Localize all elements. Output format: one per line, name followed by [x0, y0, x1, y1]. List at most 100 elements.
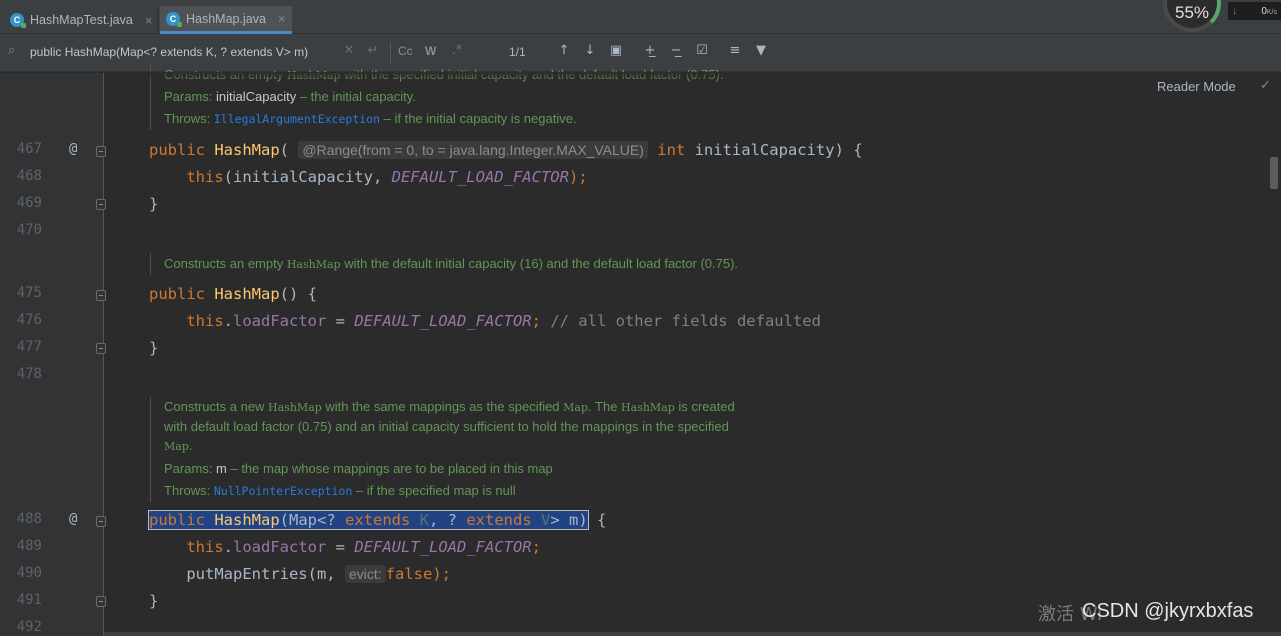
filter-options-icon[interactable]: ≡ [726, 42, 744, 60]
constant: DEFAULT_LOAD_FACTOR [391, 168, 569, 186]
constant: DEFAULT_LOAD_FACTOR [354, 312, 532, 330]
fold-icon[interactable] [96, 146, 106, 157]
comment: // all other fields defaulted [540, 312, 821, 330]
fold-icon[interactable] [96, 596, 106, 607]
code-line-490[interactable]: putMapEntries(m, evict: false); [149, 561, 451, 588]
type-parameter: K [419, 511, 430, 529]
next-occurrence-icon[interactable]: ↓ [581, 42, 599, 60]
method-name: HashMap [214, 141, 280, 159]
fold-icon[interactable] [96, 343, 106, 354]
code-line-476[interactable]: this.loadFactor = DEFAULT_LOAD_FACTOR; /… [149, 308, 821, 335]
doc-text: with the default initial capacity (16) a… [340, 256, 739, 271]
line-number: 476 [16, 312, 42, 328]
previous-occurrence-icon[interactable]: ↑ [555, 42, 573, 60]
keyword: public [149, 285, 205, 303]
code-line-469[interactable]: } [149, 191, 158, 218]
doc-text: – if the initial capacity is negative. [380, 111, 577, 126]
code-line-488[interactable]: public HashMap(Map<? extends K, ? extend… [148, 507, 607, 534]
code-line-467[interactable]: public HashMap( @Range(from = 0, to = ja… [149, 137, 863, 164]
doc-code: Map [563, 401, 589, 414]
code-text: ; [531, 312, 541, 330]
override-annotation-icon[interactable]: @ [69, 511, 77, 527]
line-number: 468 [16, 168, 42, 184]
line-number: 475 [16, 285, 42, 301]
keyword: false [385, 565, 433, 583]
code-text: { [587, 511, 607, 529]
search-icon[interactable]: ⌕ [8, 43, 15, 58]
keyword: this [186, 168, 224, 186]
doc-text: – the initial capacity. [296, 89, 416, 104]
regex-icon[interactable]: .* [448, 42, 466, 60]
line-number: 467 [16, 141, 42, 157]
javadoc-block: Constructs a new HashMap with the same m… [150, 397, 754, 502]
line-number: 490 [16, 565, 42, 581]
close-icon[interactable]: × [145, 13, 153, 28]
code-line-489[interactable]: this.loadFactor = DEFAULT_LOAD_FACTOR; [149, 534, 541, 561]
net-rate-unit: K/s [1266, 8, 1277, 16]
tab-hashmap[interactable]: C HashMap.java × [160, 6, 292, 34]
search-divider [390, 42, 391, 64]
code-line-491[interactable]: } [149, 588, 158, 615]
download-arrow-icon: ↓ [1232, 5, 1237, 17]
javadoc-block: Constructs an empty HashMap with the def… [150, 253, 738, 275]
horizontal-scrollbar[interactable] [104, 632, 1281, 636]
keyword: extends [345, 511, 411, 529]
code-text: . [223, 312, 233, 330]
close-icon[interactable]: × [278, 11, 286, 26]
new-line-icon[interactable]: ↵ [364, 42, 382, 60]
clear-icon[interactable]: ✕ [340, 42, 358, 60]
code-line-468[interactable]: this(initialCapacity, DEFAULT_LOAD_FACTO… [149, 164, 588, 191]
fold-icon[interactable] [96, 516, 106, 527]
code-text: initialCapacity) { [685, 141, 863, 159]
doc-throws-tag: Throws: [164, 111, 214, 126]
remove-occurrence-icon[interactable]: −̲ [667, 42, 685, 60]
doc-text: . The [588, 399, 622, 414]
funnel-icon[interactable]: ▼ [752, 42, 770, 60]
doc-throws-tag: Throws: [164, 483, 214, 498]
method-name: HashMap [214, 511, 280, 529]
line-number: 492 [16, 619, 42, 635]
doc-exception-link[interactable]: NullPointerException [214, 484, 352, 498]
java-class-icon: C [10, 13, 26, 28]
reader-mode-toggle[interactable]: Reader Mode [1157, 79, 1236, 94]
code-text: } [149, 592, 159, 610]
keyword: this [186, 538, 224, 556]
add-occurrence-icon[interactable]: +̲ [641, 42, 659, 60]
line-number: 489 [16, 538, 42, 554]
match-count: 1/1 [509, 45, 526, 59]
inlay-hint: evict: [344, 565, 386, 583]
line-number: 491 [16, 592, 42, 608]
code-line-475[interactable]: public HashMap() { [149, 281, 317, 308]
search-query[interactable]: public HashMap(Map<? extends K, ? extend… [30, 45, 308, 59]
select-all-occurrences-icon[interactable]: ▣ [607, 42, 625, 60]
code-text: = [326, 312, 355, 330]
code-text: putMapEntries(m, [186, 565, 345, 583]
code-text: ); [568, 168, 588, 186]
doc-code: HashMap [286, 258, 341, 271]
line-number: 470 [16, 222, 42, 238]
tab-hashmaptest[interactable]: C HashMapTest.java × [10, 6, 152, 34]
select-all-matches-icon[interactable]: ☑ [693, 42, 711, 60]
keyword: int [657, 141, 686, 159]
fold-icon[interactable] [96, 290, 106, 301]
csdn-watermark: CSDN @jkyrxbxfas [1082, 600, 1254, 622]
match-case-button[interactable]: Cc [398, 44, 413, 58]
code-text: } [149, 339, 159, 357]
code-line-477[interactable]: } [149, 335, 158, 362]
code-text: = [326, 538, 355, 556]
doc-text: . [188, 438, 193, 453]
words-button[interactable]: W [425, 44, 436, 58]
editor-tab-bar: C HashMapTest.java × C HashMap.java × 55… [0, 0, 1281, 34]
doc-code: HashMap [621, 401, 675, 414]
fold-icon[interactable] [96, 199, 106, 210]
doc-params-tag: Params: [164, 89, 217, 104]
doc-exception-link[interactable]: IllegalArgumentException [214, 112, 380, 126]
override-annotation-icon[interactable]: @ [69, 141, 77, 157]
network-rate: ↓ 0K/s [1228, 2, 1281, 20]
memory-gauge: 55% [1163, 0, 1221, 32]
scrollbar-thumb[interactable] [1270, 157, 1278, 189]
constant: DEFAULT_LOAD_FACTOR [354, 538, 532, 556]
code-text: , ? [429, 511, 467, 529]
code-text: () { [279, 285, 317, 303]
doc-param-name: m [216, 461, 227, 476]
